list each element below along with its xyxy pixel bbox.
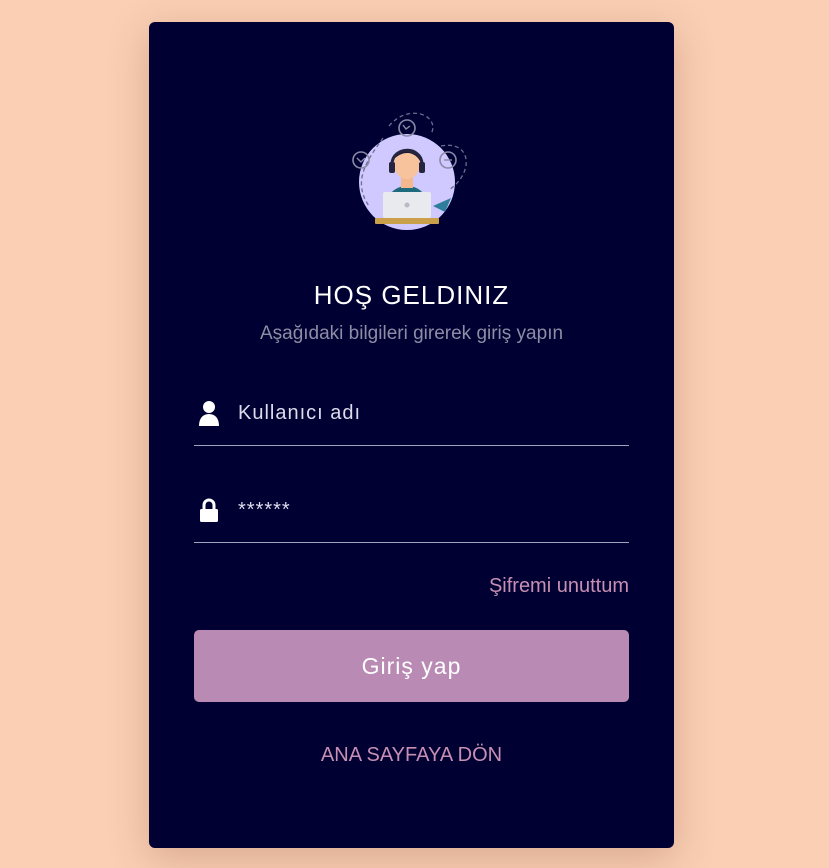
user-icon (199, 401, 219, 426)
login-card: HOŞ GELDINIZ Aşağıdaki bilgileri girerek… (149, 22, 674, 848)
username-field (194, 395, 629, 446)
forgot-password-link[interactable]: Şifremi unuttum (489, 575, 629, 598)
page-subtitle: Aşağıdaki bilgileri girerek giriş yapın (259, 323, 564, 344)
username-input[interactable] (238, 395, 618, 431)
lock-icon (200, 498, 218, 522)
page-title: HOŞ GELDINIZ (313, 280, 510, 310)
support-agent-illustration (352, 112, 467, 230)
login-button[interactable]: Giriş yap (194, 630, 629, 702)
password-field (194, 492, 629, 543)
password-input[interactable] (238, 492, 618, 528)
back-to-home-link[interactable]: ANA SAYFAYA DÖN (149, 744, 674, 767)
